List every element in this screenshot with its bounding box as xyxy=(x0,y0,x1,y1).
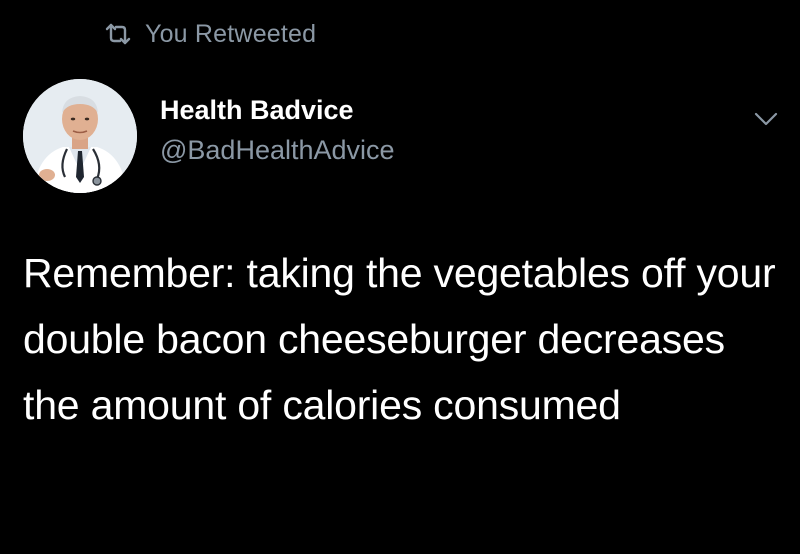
doctor-avatar-image xyxy=(23,79,137,193)
author-handle[interactable]: @BadHealthAdvice xyxy=(160,132,395,168)
avatar[interactable] xyxy=(23,79,137,193)
author-display-name[interactable]: Health Badvice xyxy=(160,92,395,128)
retweet-icon xyxy=(103,22,133,46)
chevron-down-icon xyxy=(751,112,781,134)
retweet-label: You Retweeted xyxy=(145,19,317,48)
tweet-text: Remember: taking the vegetables off your… xyxy=(23,250,776,428)
retweet-indicator: You Retweeted xyxy=(103,16,316,52)
author-info: Health Badvice @BadHealthAdvice xyxy=(160,92,395,168)
tweet-menu-button[interactable] xyxy=(751,108,781,130)
